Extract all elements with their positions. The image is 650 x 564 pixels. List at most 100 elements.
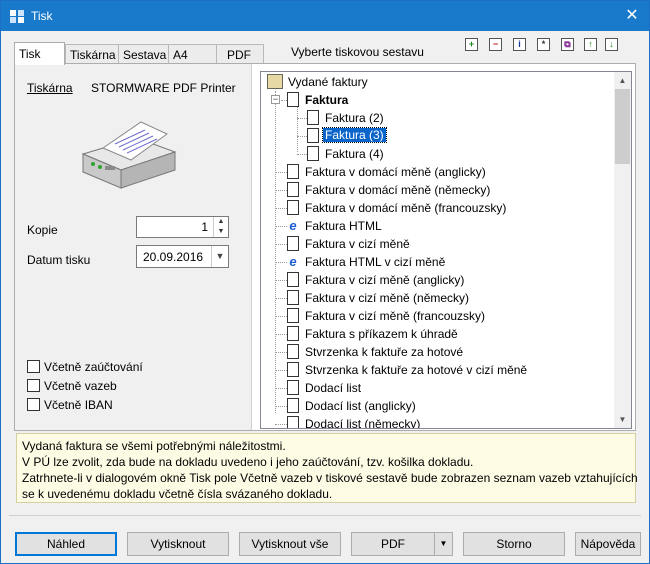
pdf-button[interactable]: PDF ▼ [351,532,453,556]
tree-item-label: Faktura v cizí měně (francouzsky) [305,309,486,323]
tree-item-label: Faktura s příkazem k úhradě [305,327,458,341]
copies-label: Kopie [27,223,58,237]
tree-guide [297,118,307,119]
document-icon [307,146,319,161]
tree-item-label: Stvrzenka k faktuře za hotové [305,345,464,359]
tree-group-label: Faktura [305,93,349,107]
tree-item-label: Dodací list (anglicky) [305,399,416,413]
print-options-panel: Tiskárna STORMWARE PDF Printer Kopie 1 ▲… [15,64,251,430]
tree-guide [275,226,287,227]
move-up-icon[interactable]: ↑ [584,38,597,51]
tree-item-label: Faktura v domácí měně (německy) [305,183,491,197]
pdf-button-label: PDF [381,537,405,551]
copy-icon[interactable]: ⧉ [561,38,574,51]
document-icon [287,398,299,413]
report-tree[interactable]: Vydané faktury − Faktura Faktura (2) Fak… [260,71,632,429]
title-bar: Tisk ✕ [1,1,649,31]
star-icon[interactable]: * [537,38,550,51]
checkbox-label: Včetně IBAN [44,398,113,412]
html-icon: e [287,254,299,269]
section-title: Vyberte tiskovou sestavu [291,45,424,59]
stepper-buttons: ▲ ▼ [213,217,228,237]
document-icon [287,290,299,305]
tab-pdf[interactable]: PDF [216,44,264,64]
tab-tiskarna[interactable]: Tiskárna [65,44,119,64]
tree-item-label: Faktura (3) [322,127,387,143]
spin-up-icon[interactable]: ▲ [214,217,228,227]
move-down-icon[interactable]: ↓ [605,38,618,51]
document-icon [287,344,299,359]
copies-stepper[interactable]: 1 ▲ ▼ [136,216,229,238]
tab-panel: Tiskárna STORMWARE PDF Printer Kopie 1 ▲… [14,63,636,431]
description-line: V PÚ lze zvolit, zda bude na dokladu uve… [22,455,474,469]
tree-guide [275,172,287,173]
document-icon [287,164,299,179]
description-line: Zatrhnete-li v dialogovém okně Tisk pole… [22,471,638,485]
tree-item-label: Faktura (2) [325,111,384,125]
tree-guide [275,280,287,281]
print-button[interactable]: Vytisknout [127,532,229,556]
tree-guide [275,190,287,191]
tab-a4[interactable]: A4 [168,44,217,64]
window-title: Tisk [31,9,53,23]
scroll-up-icon[interactable]: ▲ [614,72,631,89]
print-all-button[interactable]: Vytisknout vše [239,532,341,556]
tree-item-label: Faktura v domácí měně (francouzsky) [305,201,507,215]
close-icon[interactable]: ✕ [615,1,649,31]
checkbox-box[interactable] [27,379,40,392]
document-icon [287,362,299,377]
document-icon [287,92,299,107]
tree-item-label: Faktura v cizí měně (německy) [305,291,470,305]
tree-item-label: Faktura v domácí měně (anglicky) [305,165,486,179]
document-icon [287,272,299,287]
date-picker[interactable]: 20.09.2016 ▼ [136,245,229,268]
copies-value: 1 [201,220,208,234]
checkbox-box[interactable] [27,398,40,411]
tree-guide [275,370,287,371]
tree-item-label: Faktura v cizí měně (anglicky) [305,273,465,287]
scroll-thumb[interactable] [615,89,630,164]
preview-button[interactable]: Náhled [15,532,117,556]
tree-guide [275,316,287,317]
tree-guide [275,352,287,353]
tab-sestava[interactable]: Sestava [118,44,169,64]
checkbox-box[interactable] [27,360,40,373]
tree-item-label: Stvrzenka k faktuře za hotové v cizí měn… [305,363,528,377]
chevron-down-icon[interactable]: ▼ [434,533,452,555]
tree-scrollbar[interactable]: ▲ ▼ [614,72,631,428]
description-line: Vydaná faktura se všemi potřebnými nálež… [22,439,286,453]
html-icon: e [287,218,299,233]
spin-down-icon[interactable]: ▼ [214,227,228,237]
book-icon [267,74,283,89]
tree-guide [275,406,287,407]
help-button[interactable]: Nápověda [575,532,641,556]
cancel-button[interactable]: Storno [463,532,565,556]
printer-label[interactable]: Tiskárna [27,81,73,95]
tree-guide [275,424,287,425]
print-dialog: Tisk ✕ Tisk Tiskárna Sestava A4 PDF Vybe… [0,0,650,564]
document-icon [287,416,299,428]
remove-icon[interactable]: − [489,38,502,51]
tree-item-label: Dodací list (německy) [305,417,421,428]
info-icon[interactable]: i [513,38,526,51]
document-icon [287,380,299,395]
tab-tisk[interactable]: Tisk [14,42,65,65]
tree-guide [275,334,287,335]
tree-content: Vydané faktury − Faktura Faktura (2) Fak… [261,72,616,428]
button-separator [9,515,641,516]
tree-guide [275,388,287,389]
tree-item-label: Faktura v cizí měně [305,237,410,251]
tree-guide [297,154,307,155]
tree-guide [275,208,287,209]
chevron-down-icon[interactable]: ▼ [211,246,228,267]
tree-item-label: Faktura HTML [305,219,382,233]
document-icon [287,236,299,251]
tree-guide [275,91,276,413]
scroll-down-icon[interactable]: ▼ [614,411,631,428]
add-icon[interactable]: + [465,38,478,51]
document-icon [287,182,299,197]
tree-guide [275,262,287,263]
collapse-icon[interactable]: − [271,95,280,104]
tree-item-label: Faktura (4) [325,147,384,161]
tree-guide [275,244,287,245]
